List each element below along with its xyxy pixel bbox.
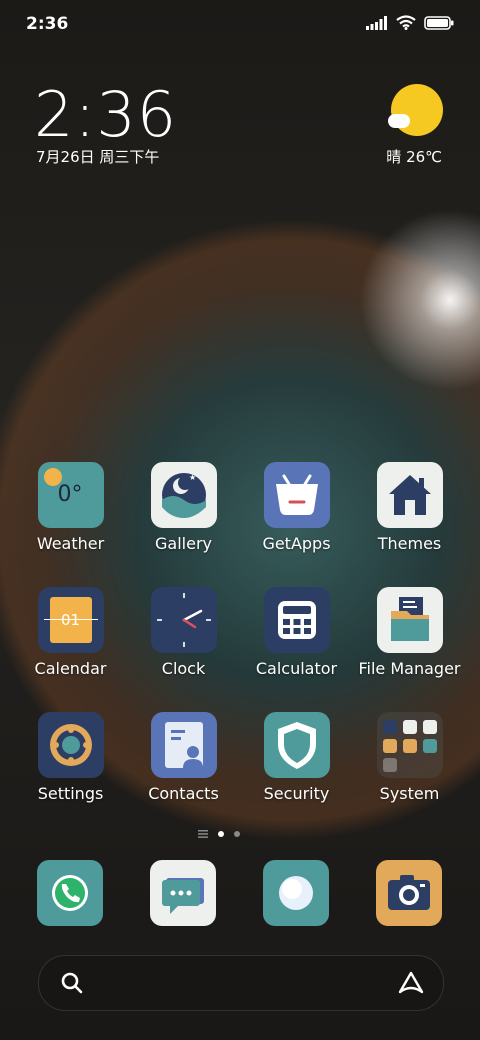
menu-lines-icon (198, 830, 208, 838)
dock-phone[interactable] (37, 860, 103, 926)
cloud-icon (388, 114, 410, 128)
app-label: Contacts (148, 784, 219, 803)
page-dot[interactable] (234, 831, 240, 837)
sun-icon[interactable] (391, 84, 443, 136)
battery-icon (424, 15, 454, 30)
page-indicator[interactable] (198, 830, 240, 838)
themes-icon (376, 462, 443, 528)
wifi-icon (396, 15, 416, 30)
weather-temperature: 26℃ (406, 148, 442, 166)
app-file-manager[interactable]: File Manager (353, 587, 466, 678)
app-themes[interactable]: Themes (353, 462, 466, 553)
home-clock-time[interactable]: 2:36 (34, 78, 177, 151)
app-label: GetApps (262, 534, 331, 553)
app-label: Calculator (255, 659, 338, 678)
app-security[interactable]: Security (240, 712, 353, 803)
messages-icon (162, 878, 204, 914)
file-manager-icon (376, 587, 443, 653)
security-icon (263, 712, 330, 778)
app-weather[interactable]: 0° Weather (14, 462, 127, 553)
page-dot-current[interactable] (218, 831, 224, 837)
app-label: Weather (36, 534, 105, 553)
weather-condition: 晴 (386, 148, 402, 166)
status-icons (366, 15, 454, 30)
app-label: Themes (377, 534, 442, 553)
calculator-icon (263, 587, 330, 653)
app-label: Calendar (34, 659, 107, 678)
status-bar: 2:36 (0, 0, 480, 50)
clock-icon (150, 587, 217, 653)
app-calculator[interactable]: Calculator (240, 587, 353, 678)
getapps-icon (263, 462, 330, 528)
app-calendar[interactable]: 01 Calendar (14, 587, 127, 678)
app-getapps[interactable]: GetApps (240, 462, 353, 553)
assistant-icon[interactable] (397, 970, 425, 996)
dock-messages[interactable] (150, 860, 216, 926)
weather-icon-text: 0° (57, 482, 83, 507)
calendar-icon-text: 01 (60, 611, 81, 629)
browser-icon (279, 876, 313, 910)
calendar-icon: 01 (37, 587, 104, 653)
camera-icon (388, 875, 430, 910)
home-clock-date: 7月26日 周三下午 (36, 148, 160, 166)
app-settings[interactable]: Settings (14, 712, 127, 803)
dock-camera[interactable] (376, 860, 442, 926)
weather-icon: 0° (37, 462, 104, 528)
phone-icon (52, 875, 88, 911)
app-label: Clock (161, 659, 206, 678)
weather-widget-text[interactable]: 晴 26℃ (386, 146, 442, 167)
app-label: Gallery (155, 534, 212, 553)
gallery-icon: ★ (150, 462, 217, 528)
app-system-folder[interactable]: System (353, 712, 466, 803)
svg-text:★: ★ (189, 473, 196, 482)
app-gallery[interactable]: ★ Gallery (127, 462, 240, 553)
app-contacts[interactable]: Contacts (127, 712, 240, 803)
status-time: 2:36 (26, 14, 69, 34)
settings-icon (37, 712, 104, 778)
app-label: Settings (37, 784, 104, 803)
system-folder-icon (376, 712, 443, 778)
contacts-icon (150, 712, 217, 778)
search-icon[interactable] (59, 970, 85, 996)
app-clock[interactable]: Clock (127, 587, 240, 678)
search-bar[interactable] (38, 955, 444, 1011)
signal-icon (366, 15, 387, 30)
app-label: File Manager (358, 659, 461, 678)
app-label: System (379, 784, 440, 803)
dock-browser[interactable] (263, 860, 329, 926)
app-label: Security (263, 784, 330, 803)
